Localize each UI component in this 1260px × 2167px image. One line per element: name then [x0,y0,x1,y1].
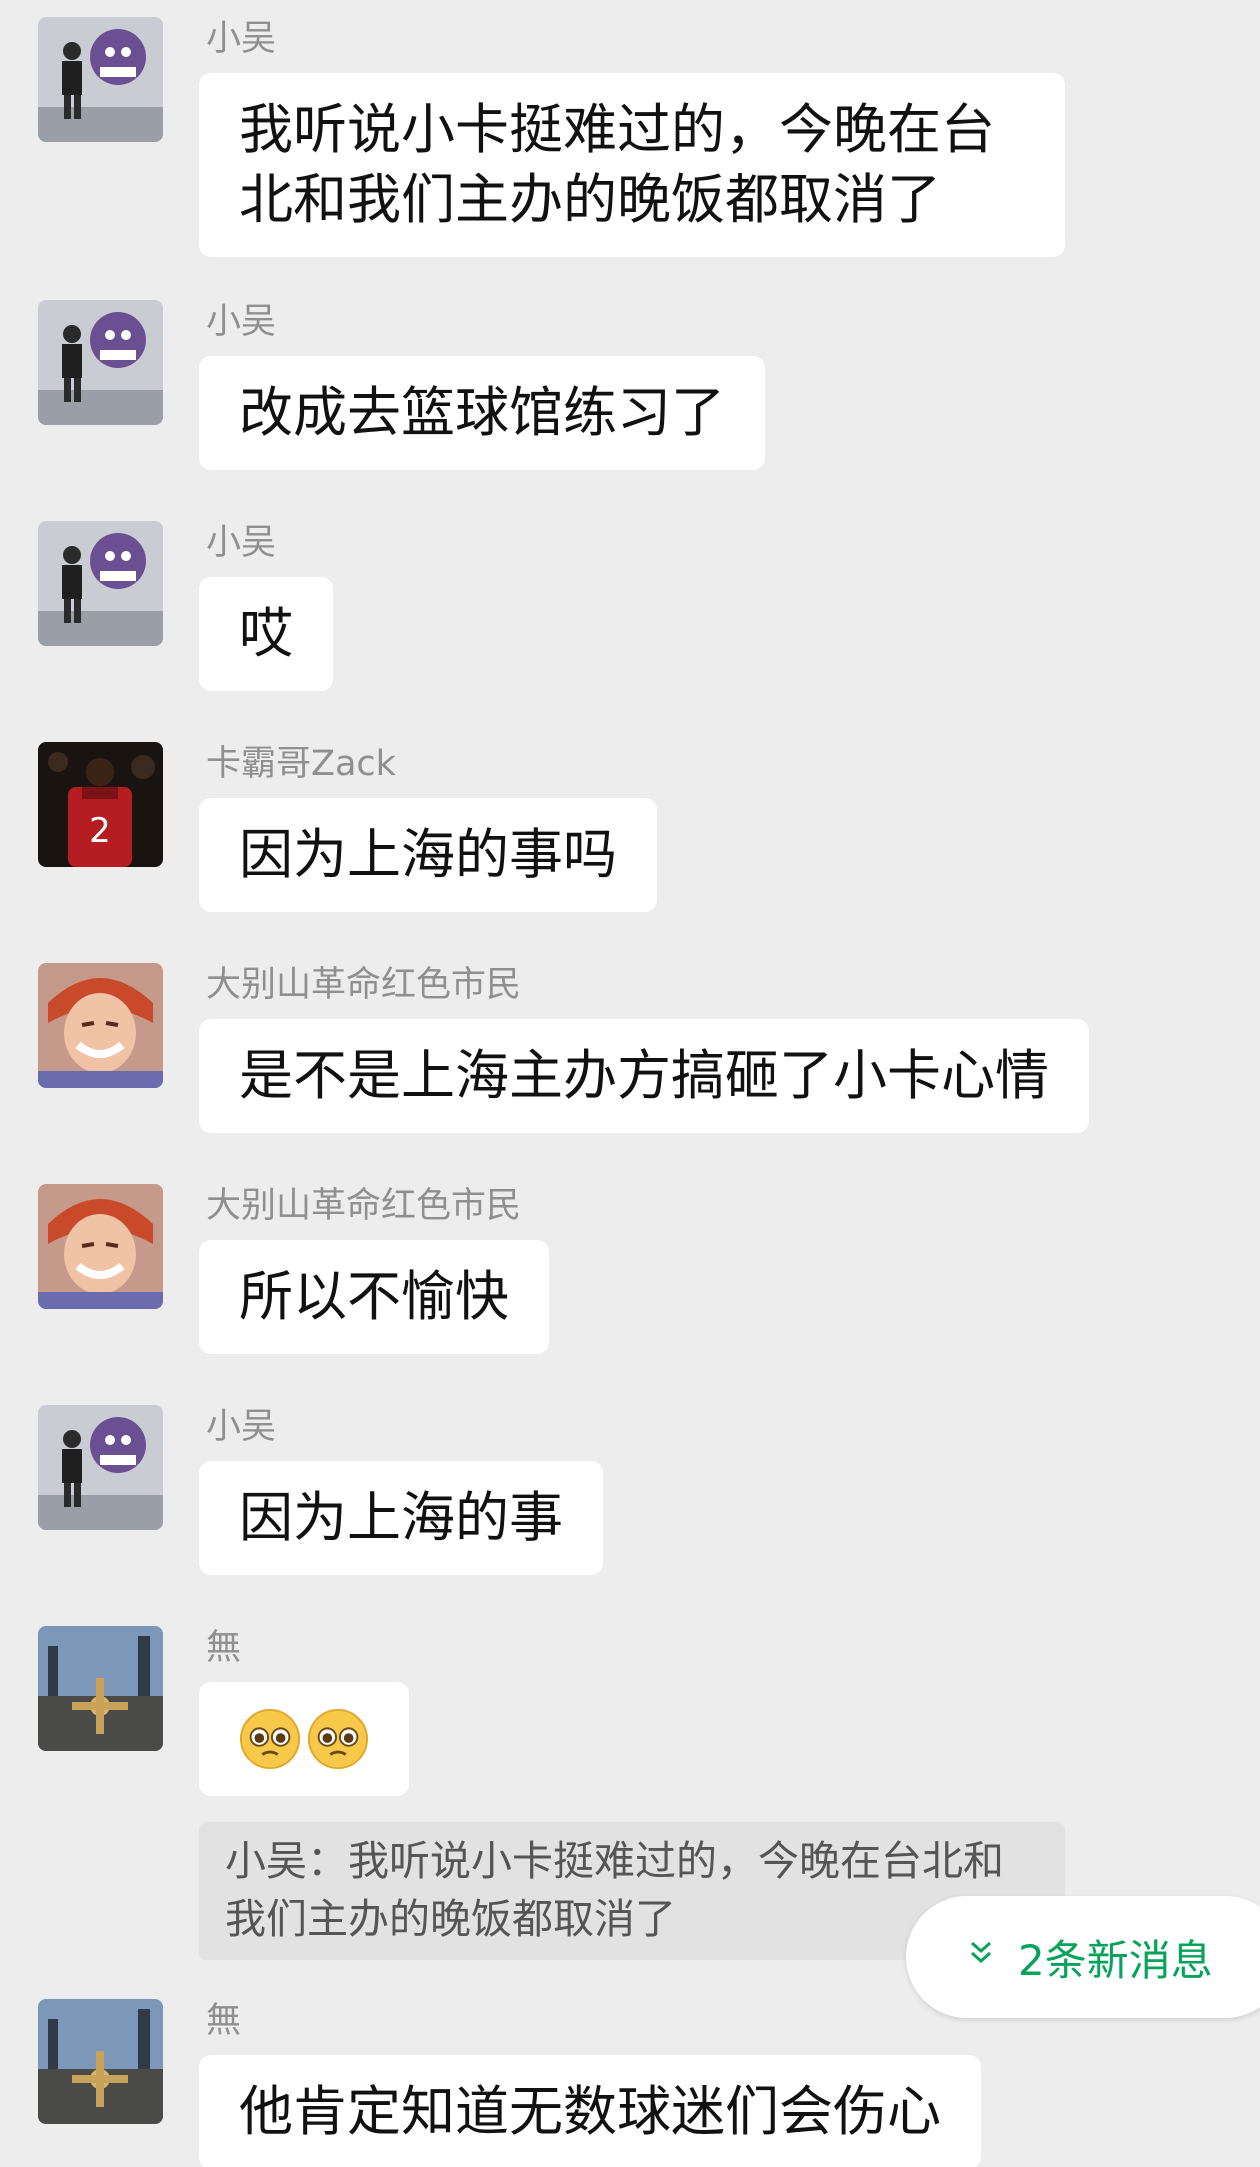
message-bubble[interactable]: 改成去篮球馆练习了 [199,356,765,470]
sender-name: 大别山革命红色市民 [206,965,522,1005]
sender-name: 小吴 [206,19,277,59]
message-bubble[interactable]: 我听说小卡挺难过的，今晚在台北和我们主办的晚饭都取消了 [199,73,1065,257]
anime-character-avatar[interactable] [38,1184,163,1309]
svg-text:2: 2 [89,811,111,851]
message-bubble[interactable]: 因为上海的事 [199,1461,603,1575]
message-bubble[interactable] [199,1682,409,1796]
anime-character-avatar[interactable] [38,963,163,1088]
double-chevron-down-icon [966,1937,996,1977]
message-bubble[interactable]: 他肯定知道无数球迷们会伤心 [199,2055,981,2167]
figure-avatar[interactable] [38,1405,163,1530]
new-messages-button[interactable]: 2条新消息 [906,1896,1260,2018]
message-bubble[interactable]: 是不是上海主办方搞砸了小卡心情 [199,1019,1089,1133]
sender-name: 無 [206,1628,242,1668]
sender-name: 小吴 [206,302,277,342]
landscape-avatar[interactable] [38,1999,163,2124]
message-bubble[interactable]: 所以不愉快 [199,1240,549,1354]
pleading-face-emoji [239,1708,301,1770]
sender-name: 小吴 [206,1407,277,1447]
landscape-avatar[interactable] [38,1626,163,1751]
sender-name: 小吴 [206,523,277,563]
new-messages-label: 2条新消息 [1018,1935,1213,1985]
sender-name: 大别山革命红色市民 [206,1186,522,1226]
sender-name: 卡霸哥Zack [206,744,396,784]
figure-avatar[interactable] [38,300,163,425]
figure-avatar[interactable] [38,521,163,646]
message-bubble[interactable]: 哎 [199,577,333,691]
pleading-face-emoji [307,1708,369,1770]
chat-view: 小吴 我听说小卡挺难过的，今晚在台北和我们主办的晚饭都取消了 小吴 改成去篮球馆… [0,0,1260,2167]
message-bubble[interactable]: 因为上海的事吗 [199,798,657,912]
figure-avatar[interactable] [38,17,163,142]
basketball-player-avatar[interactable]: 2 [38,742,163,867]
sender-name: 無 [206,2001,242,2041]
